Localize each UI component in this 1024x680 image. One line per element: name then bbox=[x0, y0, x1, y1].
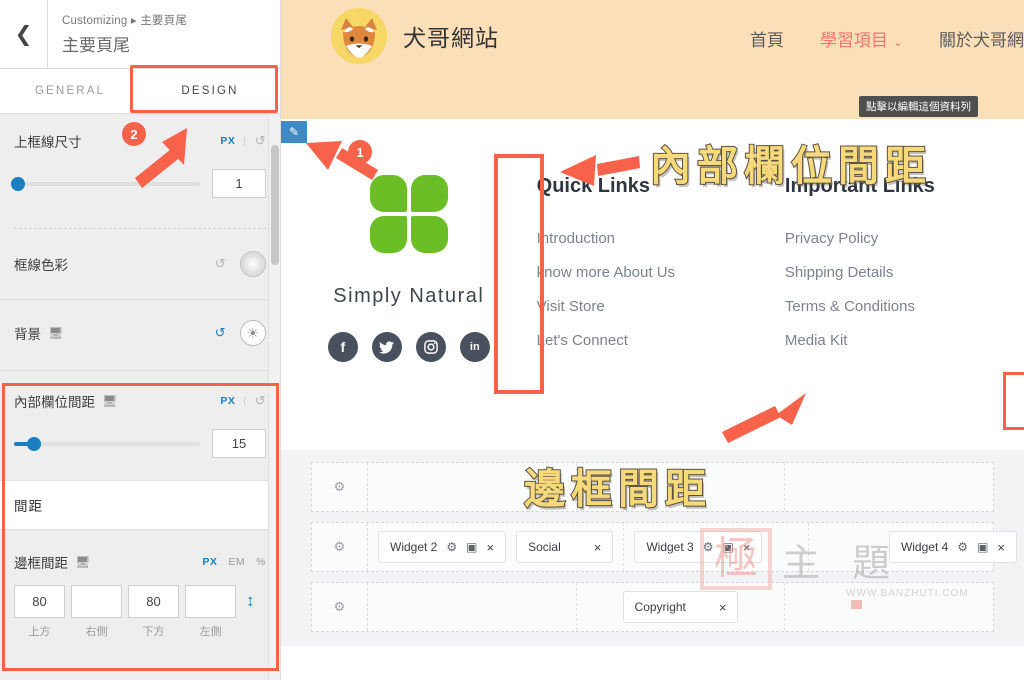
badge-2: 2 bbox=[122, 122, 146, 146]
badge-1: 1 bbox=[348, 140, 372, 164]
annotation-arrows bbox=[135, 128, 806, 443]
